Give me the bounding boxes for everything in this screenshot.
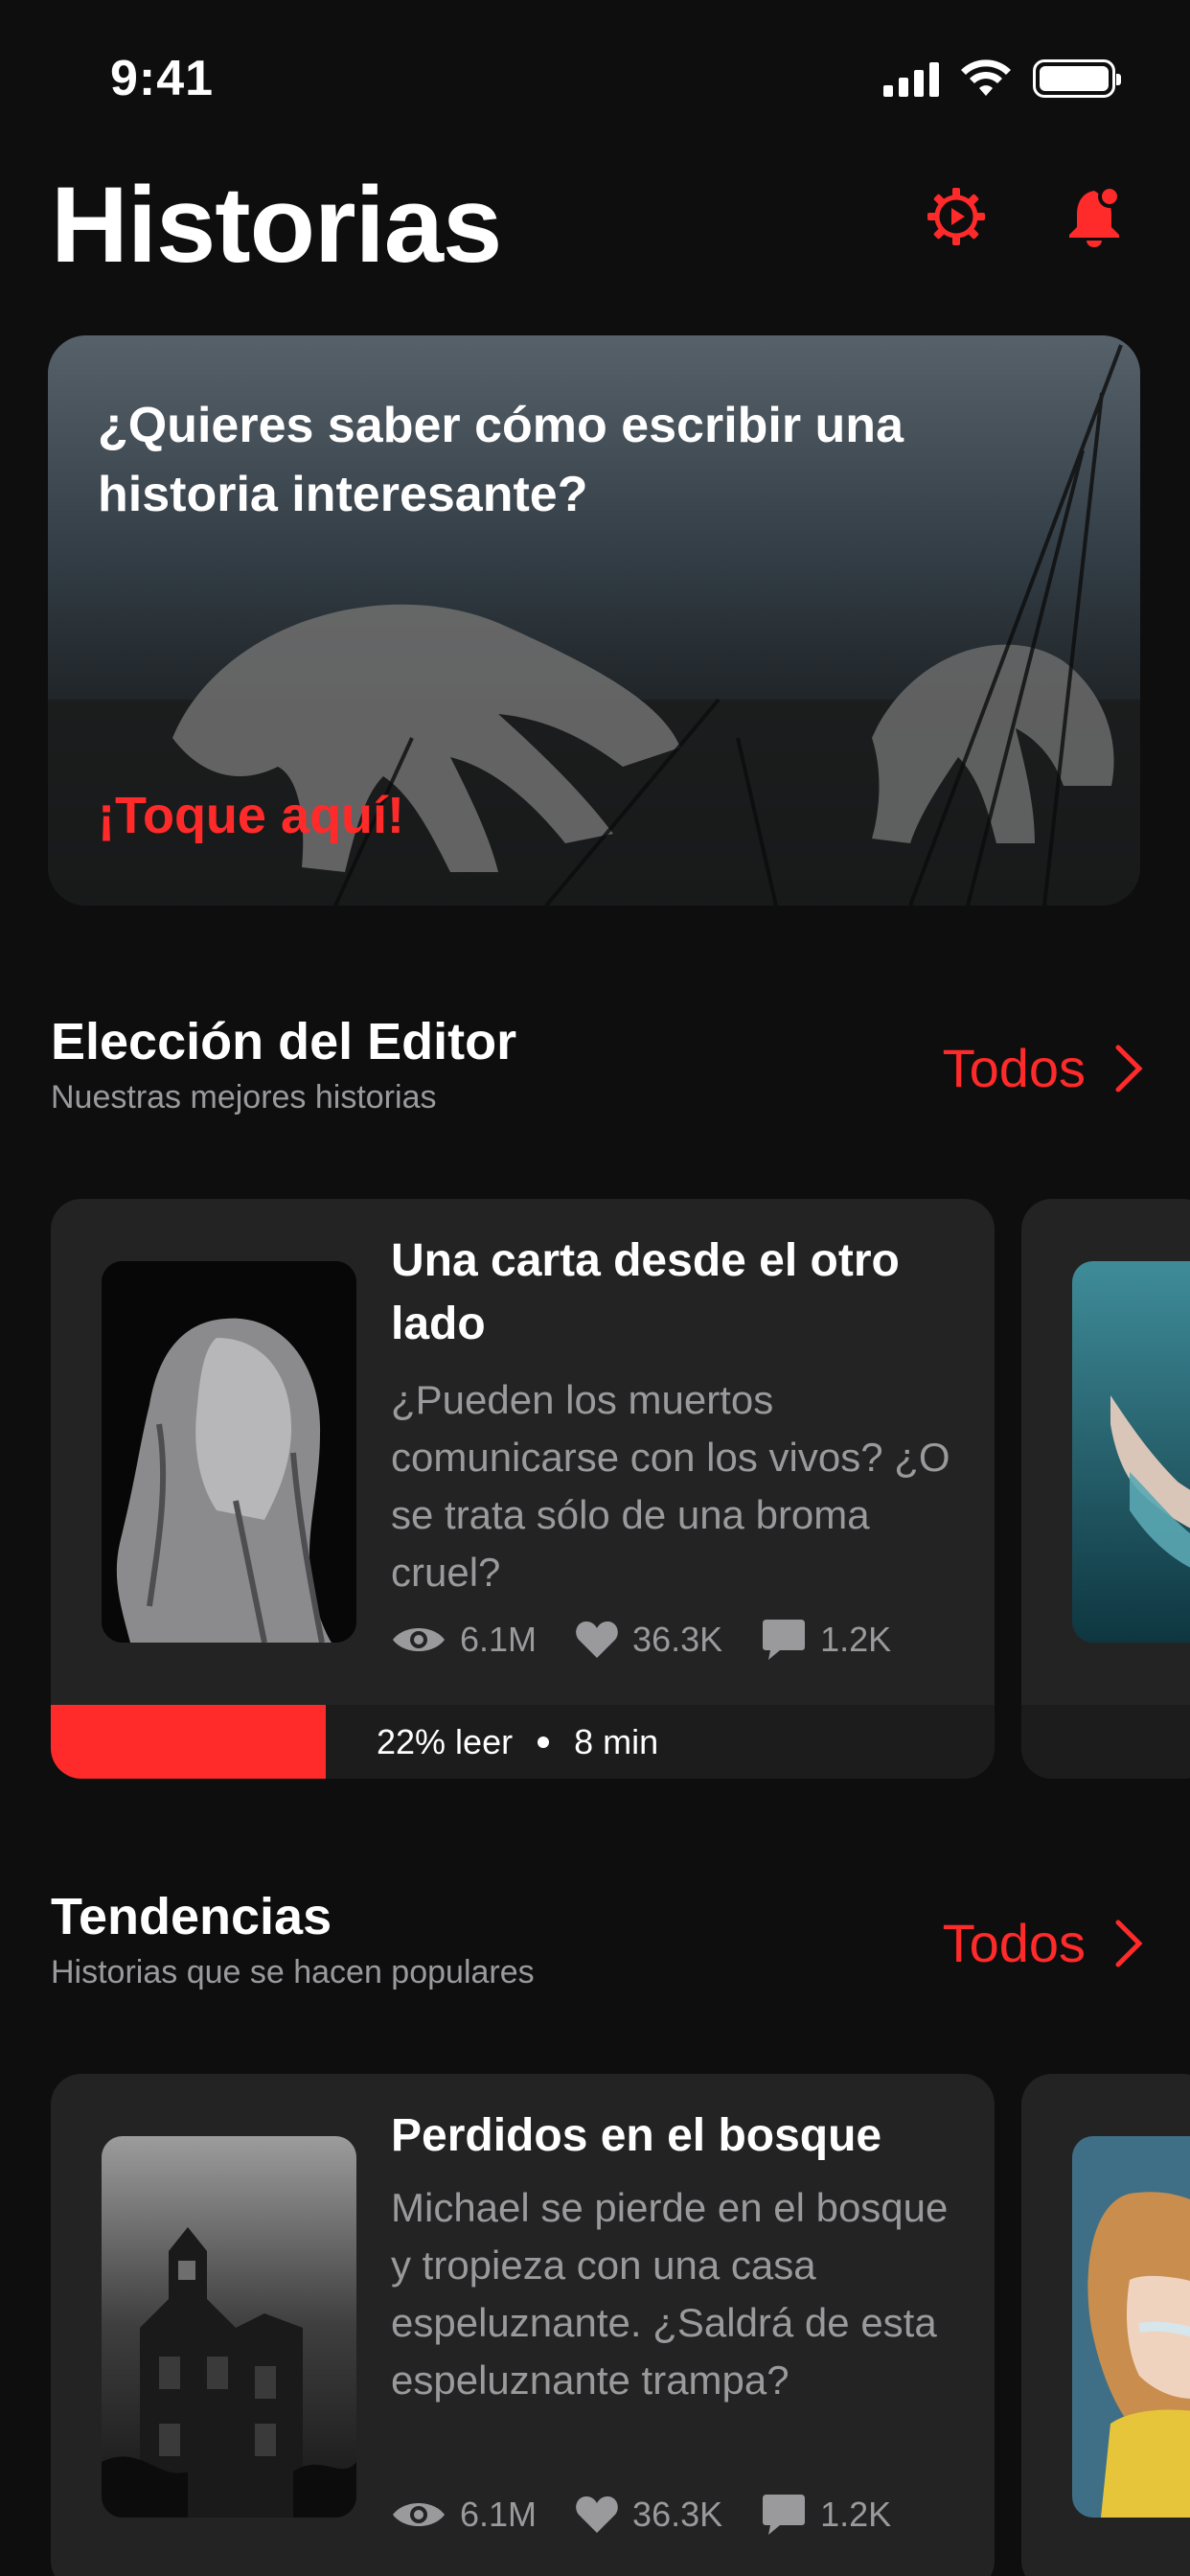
- story-card[interactable]: Una carta desde el otro lado ¿Pueden los…: [51, 1199, 995, 1779]
- story-stats: 6.1M 36.3K 1.2K: [391, 2493, 929, 2537]
- heart-icon: [576, 2496, 618, 2533]
- story-title: Perdidos en el bosque: [391, 2110, 882, 2161]
- cellular-signal-icon: [883, 60, 939, 97]
- gear-play-icon: [927, 188, 985, 245]
- status-time: 9:41: [110, 51, 215, 106]
- story-description: Michael se pierde en el bosque y tropiez…: [391, 2185, 949, 2403]
- eye-icon: [393, 2503, 445, 2526]
- comments-stat: 1.2K: [761, 2493, 891, 2537]
- status-icons: [883, 59, 1121, 98]
- see-all-label: Todos: [942, 1038, 1086, 1098]
- see-all-label: Todos: [942, 1913, 1086, 1973]
- hero-cta-link[interactable]: ¡Toque aquí!: [98, 786, 404, 845]
- header-actions: [920, 180, 1133, 253]
- views-stat: 6.1M: [391, 1620, 537, 1660]
- story-cover-image: [102, 1261, 356, 1643]
- reading-progress: 22% leer 8 min: [51, 1705, 995, 1779]
- hero-banner[interactable]: ¿Quieres saber cómo escribir una histori…: [48, 335, 1140, 906]
- likes-stat: 36.3K: [575, 1620, 722, 1660]
- separator-dot: [538, 1736, 550, 1748]
- story-cover-image: [102, 2136, 356, 2518]
- story-card-next[interactable]: [1021, 1199, 1190, 1779]
- likes-stat: 36.3K: [575, 2495, 722, 2535]
- chevron-right-icon: [1115, 1045, 1143, 1092]
- story-cover-image: [1072, 2136, 1190, 2518]
- story-cover-image: [1072, 1261, 1190, 1643]
- progress-bar-fill: [51, 1705, 326, 1779]
- story-stats: 6.1M 36.3K 1.2K: [391, 1618, 929, 1662]
- comment-icon: [763, 2495, 806, 2535]
- eye-icon: [393, 1628, 445, 1651]
- progress-info: 22% leer 8 min: [377, 1722, 658, 1762]
- page-title: Historias: [51, 165, 502, 285]
- notifications-button[interactable]: [1060, 180, 1133, 253]
- reading-duration: 8 min: [574, 1722, 659, 1761]
- story-card[interactable]: Perdidos en el bosque Michael se pierde …: [51, 2074, 995, 2576]
- settings-button[interactable]: [920, 180, 993, 253]
- battery-icon: [1033, 59, 1121, 98]
- comments-count: 1.2K: [820, 1620, 892, 1659]
- views-stat: 6.1M: [391, 2495, 537, 2535]
- comments-stat: 1.2K: [761, 1618, 891, 1662]
- trending-header: Tendencias Historias que se hacen popula…: [51, 1883, 1143, 2008]
- comments-count: 1.2K: [820, 2495, 892, 2534]
- story-title: Una carta desde el otro lado: [391, 1235, 900, 1349]
- hero-title: ¿Quieres saber cómo escribir una histori…: [98, 398, 904, 522]
- views-count: 6.1M: [460, 1620, 538, 1659]
- heart-icon: [576, 1622, 618, 1658]
- status-bar: 9:41: [0, 0, 1190, 153]
- reading-progress: [1021, 1705, 1190, 1779]
- likes-count: 36.3K: [632, 1620, 723, 1659]
- progress-label: 22% leer: [377, 1722, 514, 1761]
- views-count: 6.1M: [460, 2495, 538, 2534]
- story-description: ¿Pueden los muertos comunicarse con los …: [391, 1377, 950, 1595]
- wifi-icon: [961, 59, 1011, 96]
- see-all-editors-choice-button[interactable]: Todos: [943, 1037, 1143, 1099]
- chevron-right-icon: [1115, 1920, 1143, 1966]
- bell-icon: [1069, 185, 1121, 247]
- likes-count: 36.3K: [632, 2495, 723, 2534]
- see-all-trending-button[interactable]: Todos: [943, 1912, 1143, 1974]
- editors-choice-header: Elección del Editor Nuestras mejores his…: [51, 1008, 1143, 1133]
- story-card-next[interactable]: [1021, 2074, 1190, 2576]
- comment-icon: [763, 1620, 806, 1660]
